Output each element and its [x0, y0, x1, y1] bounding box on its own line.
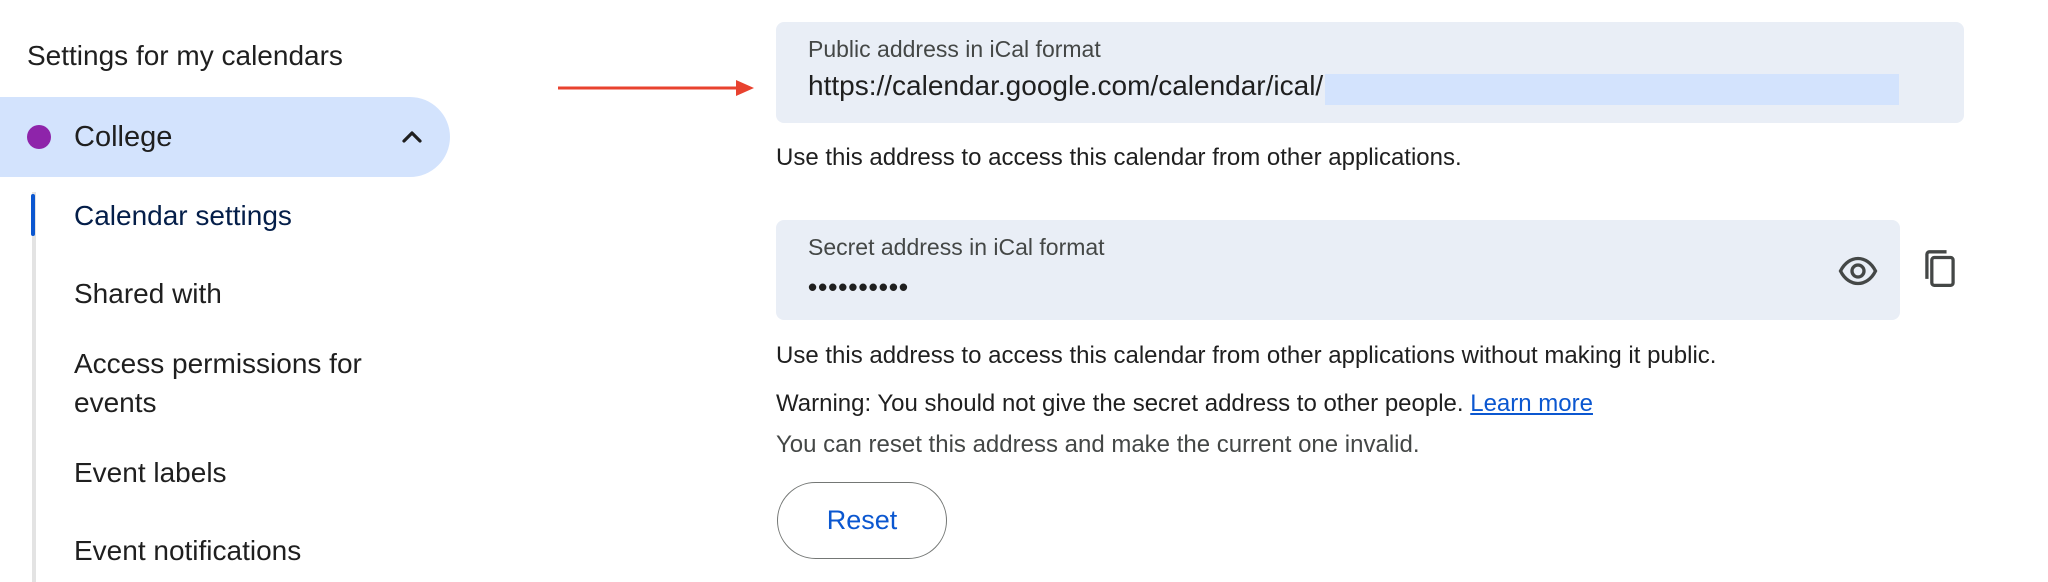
- secret-address-field[interactable]: Secret address in iCal format ••••••••••: [776, 220, 1900, 320]
- selected-text-highlight: [1325, 74, 1899, 105]
- public-address-label: Public address in iCal format: [808, 36, 1101, 62]
- reset-note: You can reset this address and make the …: [776, 431, 1420, 458]
- settings-page: Settings for my calendars College Calend…: [0, 0, 2048, 582]
- sidebar-item-access-permissions[interactable]: Access permissions for events: [74, 344, 394, 422]
- public-address-help: Use this address to access this calendar…: [776, 144, 1462, 171]
- secret-address-masked-value: ••••••••••: [808, 272, 910, 302]
- warning-text: Warning: You should not give the secret …: [776, 390, 1464, 417]
- reset-button[interactable]: Reset: [777, 482, 947, 559]
- sidebar-item-calendar-settings[interactable]: Calendar settings: [74, 196, 292, 235]
- public-address-value[interactable]: https://calendar.google.com/calendar/ica…: [808, 70, 1323, 102]
- sidebar-calendar-college[interactable]: College: [0, 97, 450, 177]
- sidebar-item-event-notifications[interactable]: Event notifications: [74, 531, 301, 570]
- learn-more-link[interactable]: Learn more: [1470, 390, 1593, 417]
- public-address-field[interactable]: Public address in iCal format https://ca…: [776, 22, 1964, 123]
- nav-active-indicator: [31, 194, 35, 236]
- secret-address-warning: Warning: You should not give the secret …: [776, 390, 1593, 418]
- calendar-name: College: [74, 121, 173, 153]
- eye-icon[interactable]: [1838, 251, 1878, 291]
- sidebar-item-event-labels[interactable]: Event labels: [74, 453, 227, 492]
- nav-rail: [32, 192, 36, 582]
- sidebar-heading: Settings for my calendars: [27, 40, 343, 71]
- chevron-up-icon[interactable]: [396, 121, 428, 153]
- secret-address-label: Secret address in iCal format: [808, 234, 1105, 260]
- sidebar-item-shared-with[interactable]: Shared with: [74, 274, 222, 313]
- arrow-icon: [558, 80, 754, 96]
- calendar-color-dot: [27, 125, 51, 149]
- secret-address-help: Use this address to access this calendar…: [776, 342, 1717, 369]
- copy-icon[interactable]: [1922, 249, 1958, 289]
